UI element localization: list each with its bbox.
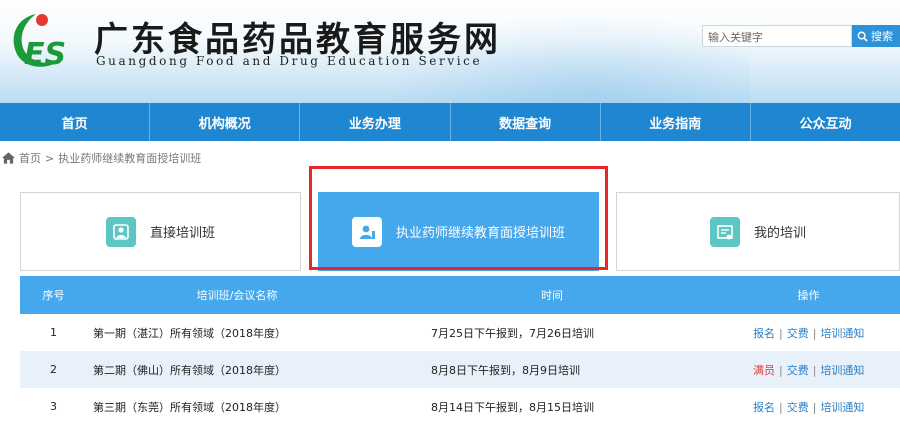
notice-link[interactable]: 培训通知 [820,327,864,340]
search-button-label: 搜索 [871,30,893,43]
pay-link[interactable]: 交费 [787,401,809,414]
table-row: 3 第三期（东莞）所有领域（2018年度） 8月14日下午报到，8月15日培训 … [20,388,900,425]
training-table: 序号 培训班/会议名称 时间 操作 1 第一期（湛江）所有领域（2018年度） … [20,276,900,425]
nav-item-home[interactable]: 首页 [0,103,151,141]
logo-text: ES [24,37,66,72]
row-time: 8月8日下午报到，8月9日培训 [387,351,717,388]
row-operations: 报名 | 交费 | 培训通知 [753,326,865,340]
header-op: 操作 [717,276,900,314]
certificate-icon [709,216,740,247]
nav-item-about[interactable]: 机构概况 [150,103,301,141]
table-row: 1 第一期（湛江）所有领域（2018年度） 7月25日下午报到，7月26日培训 … [20,314,900,351]
row-name: 第一期（湛江）所有领域（2018年度） [93,326,286,340]
nav-item-data-query[interactable]: 数据查询 [451,103,601,141]
nav-item-business[interactable]: 业务办理 [300,103,451,141]
card-direct-training[interactable]: 直接培训班 [20,192,301,271]
header-name: 培训班/会议名称 [87,276,387,314]
main-nav: 首页 机构概况 业务办理 数据查询 业务指南 公众互动 [0,103,900,141]
register-link[interactable]: 报名 [753,401,775,414]
notice-link[interactable]: 培训通知 [820,364,864,377]
nav-item-interaction[interactable]: 公众互动 [751,103,900,141]
edit-icon [105,216,136,247]
breadcrumb-home[interactable]: 首页 [19,150,41,166]
breadcrumb: 首页 > 执业药师继续教育面授培训班 [2,148,201,168]
breadcrumb-separator: > [45,151,55,165]
notice-link[interactable]: 培训通知 [820,401,864,414]
card-my-training[interactable]: 我的培训 [616,192,900,271]
site-logo[interactable]: ES [6,8,90,74]
home-icon [2,152,15,164]
breadcrumb-current: 执业药师继续教育面授培训班 [58,152,202,165]
pay-link[interactable]: 交费 [787,364,809,377]
nav-item-guide[interactable]: 业务指南 [601,103,751,141]
full-status: 满员 [753,363,775,377]
site-subtitle: Guangdong Food and Drug Education Servic… [96,54,483,68]
card-label: 我的培训 [753,226,806,241]
row-name: 第三期（东莞）所有领域（2018年度） [93,400,286,414]
card-pharmacist-training[interactable]: 执业药师继续教育面授培训班 [318,192,599,271]
header-time: 时间 [387,276,717,314]
table-row: 2 第二期（佛山）所有领域（2018年度） 8月8日下午报到，8月9日培训 满员… [20,351,900,388]
table-header-row: 序号 培训班/会议名称 时间 操作 [20,276,900,314]
row-name: 第二期（佛山）所有领域（2018年度） [87,351,387,388]
search-icon [857,31,868,42]
row-operations: 报名 | 交费 | 培训通知 [753,400,865,414]
row-no: 2 [20,351,87,388]
row-no: 3 [50,400,57,413]
card-label: 直接培训班 [149,226,215,241]
header-no: 序号 [20,276,87,314]
search-input[interactable] [703,27,851,48]
pay-link[interactable]: 交费 [787,327,809,340]
register-link[interactable]: 报名 [753,327,775,340]
search-button[interactable]: 搜索 [852,25,900,47]
row-operations: 满员 | 交费 | 培训通知 [717,351,900,388]
row-time: 8月14日下午报到，8月15日培训 [431,400,594,414]
site-header: ES 广东食品药品教育服务网 Guangdong Food and Drug E… [0,0,900,103]
card-label: 执业药师继续教育面授培训班 [395,226,565,241]
search-box [702,25,852,48]
row-time: 7月25日下午报到，7月26日培训 [431,326,594,340]
row-no: 1 [50,326,57,339]
person-icon [351,216,382,247]
